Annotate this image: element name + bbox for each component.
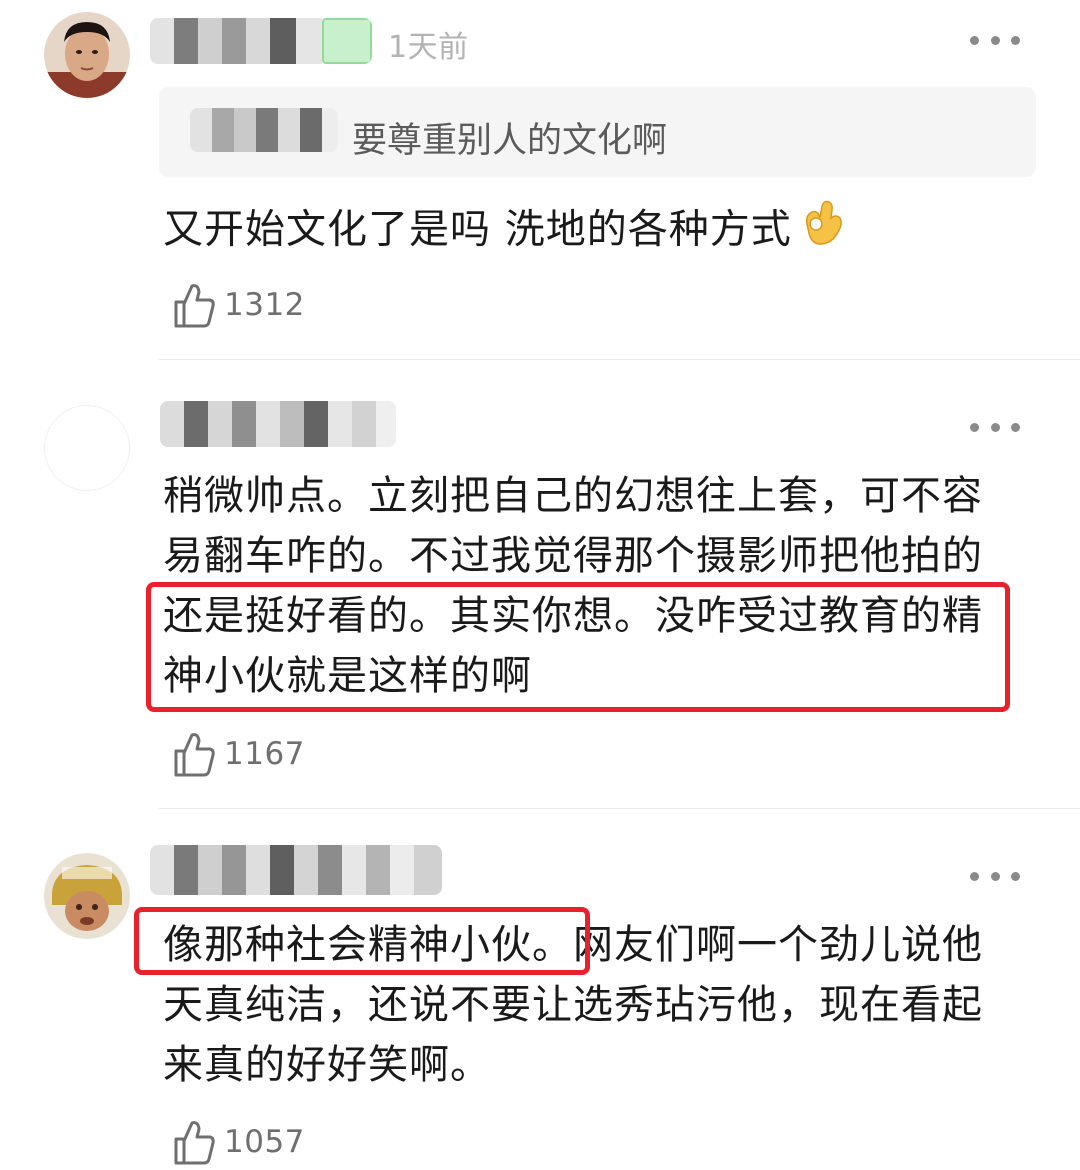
comment-item: 稍微帅点。立刻把自己的幻想往上套，可不容易翻车咋的。不过我觉得那个摄影师把他拍的… — [0, 360, 1080, 810]
more-dots-icon — [970, 422, 979, 432]
more-options-button[interactable] — [970, 866, 1020, 886]
ok-hand-emoji — [798, 198, 844, 265]
more-options-button[interactable] — [970, 417, 1020, 437]
comment-text: 像那种社会精神小伙。网友们啊一个劲儿说他天真纯洁，还说不要让选秀玷污他，现在看起… — [163, 922, 983, 1088]
quote-text: 要尊重别人的文化啊 — [352, 121, 668, 161]
more-options-button[interactable] — [970, 30, 1020, 50]
timestamp: 1天前 — [388, 30, 469, 65]
comment-text-content: 又开始文化了是吗 洗地的各种方式 — [163, 206, 792, 253]
like-count: 1167 — [224, 736, 305, 772]
like-button[interactable]: 1167 — [172, 730, 305, 778]
thumbs-up-outline-icon — [174, 1121, 215, 1165]
quoted-username-blurred[interactable] — [190, 108, 338, 152]
more-dots-icon — [970, 35, 979, 45]
thumbs-up-outline-icon — [174, 733, 215, 777]
username-blurred[interactable] — [150, 845, 442, 895]
username-blurred[interactable] — [160, 401, 396, 447]
divider — [159, 808, 1080, 809]
avatar[interactable] — [44, 405, 130, 491]
comment-item: 像那种社会精神小伙。网友们啊一个劲儿说他天真纯洁，还说不要让选秀玷污他，现在看起… — [0, 810, 1080, 1170]
more-dots-icon — [970, 871, 979, 881]
like-count: 1312 — [224, 287, 305, 323]
thumbs-up-outline-icon — [174, 284, 215, 328]
avatar[interactable] — [44, 853, 130, 939]
username-blurred[interactable] — [150, 18, 372, 64]
like-button[interactable]: 1312 — [172, 281, 305, 329]
like-count: 1057 — [224, 1124, 305, 1160]
like-button[interactable]: 1057 — [172, 1118, 305, 1166]
comment-text: 又开始文化了是吗 洗地的各种方式 — [163, 198, 1013, 265]
comment-item: 1天前 要尊重别人的文化啊 又开始文化了是吗 洗地的各种方式 1312 — [0, 0, 1080, 360]
comment-text: 稍微帅点。立刻把自己的幻想往上套，可不容易翻车咋的。不过我觉得那个摄影师把他拍的… — [163, 473, 983, 699]
avatar[interactable] — [44, 12, 130, 98]
